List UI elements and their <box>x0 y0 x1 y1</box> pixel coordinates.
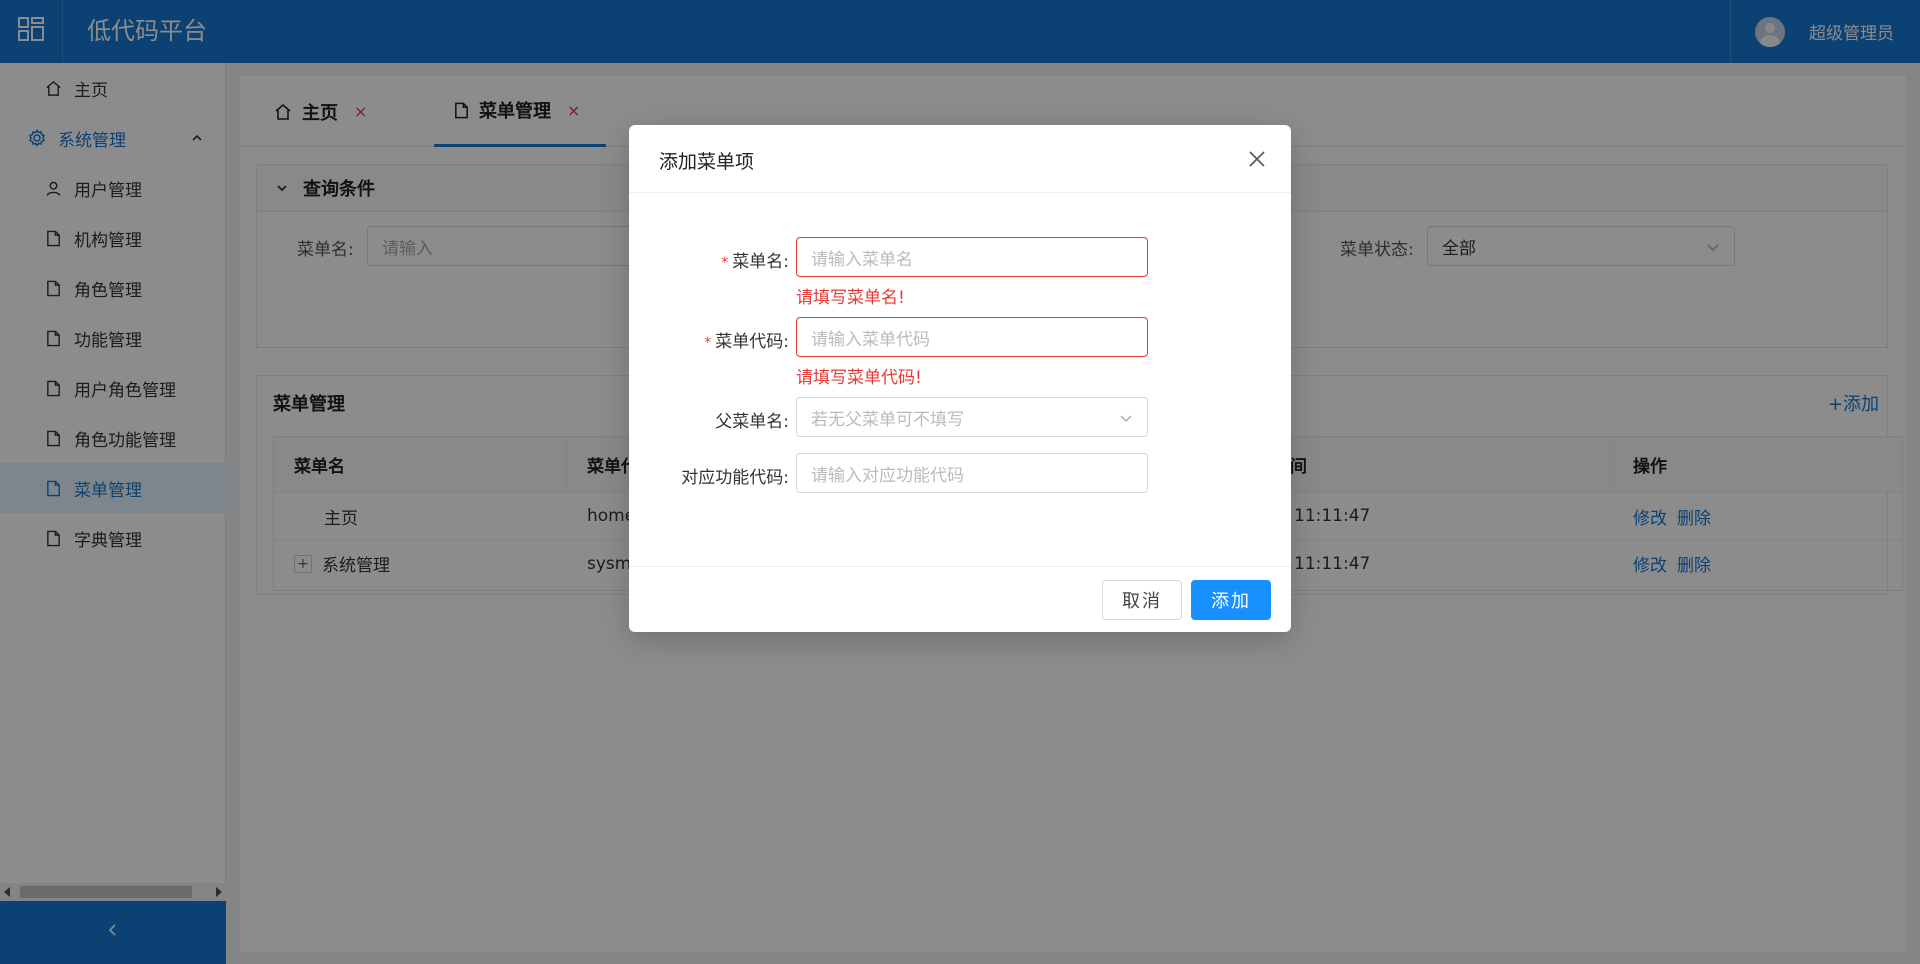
field-label-text: 菜单名: <box>732 252 789 272</box>
menu-name-error: 请填写菜单名! <box>796 288 905 308</box>
parent-menu-placeholder: 若无父菜单可不填写 <box>811 409 964 430</box>
field-label-menu-code: * 菜单代码: <box>629 327 789 352</box>
field-label-text: 菜单代码: <box>715 332 789 352</box>
field-label-text: 对应功能代码: <box>681 468 789 488</box>
add-submit-button[interactable]: 添加 <box>1191 580 1271 620</box>
required-mark: * <box>704 335 712 351</box>
function-code-input[interactable]: 请输入对应功能代码 <box>796 453 1148 493</box>
field-label-text: 父菜单名: <box>715 412 789 432</box>
field-label-parent-menu: 父菜单名: <box>629 407 789 432</box>
required-mark: * <box>721 255 729 271</box>
add-menu-dialog: 添加菜单项 * 菜单名: 请输入菜单名 请填写菜单名! * 菜单代码: 请输入菜单代… <box>629 125 1291 632</box>
dialog-header: 添加菜单项 <box>629 125 1291 193</box>
dialog-footer: 取消 添加 <box>629 566 1291 632</box>
menu-name-input[interactable]: 请输入菜单名 <box>796 237 1148 277</box>
chevron-down-icon <box>1119 410 1133 430</box>
menu-code-input[interactable]: 请输入菜单代码 <box>796 317 1148 357</box>
cancel-button[interactable]: 取消 <box>1102 580 1182 620</box>
field-label-menu-name: * 菜单名: <box>629 247 789 272</box>
parent-menu-select[interactable]: 若无父菜单可不填写 <box>796 397 1148 437</box>
field-label-function-code: 对应功能代码: <box>629 463 789 488</box>
dialog-title: 添加菜单项 <box>659 151 755 173</box>
close-icon[interactable] <box>1247 149 1267 169</box>
menu-code-error: 请填写菜单代码! <box>796 368 922 388</box>
